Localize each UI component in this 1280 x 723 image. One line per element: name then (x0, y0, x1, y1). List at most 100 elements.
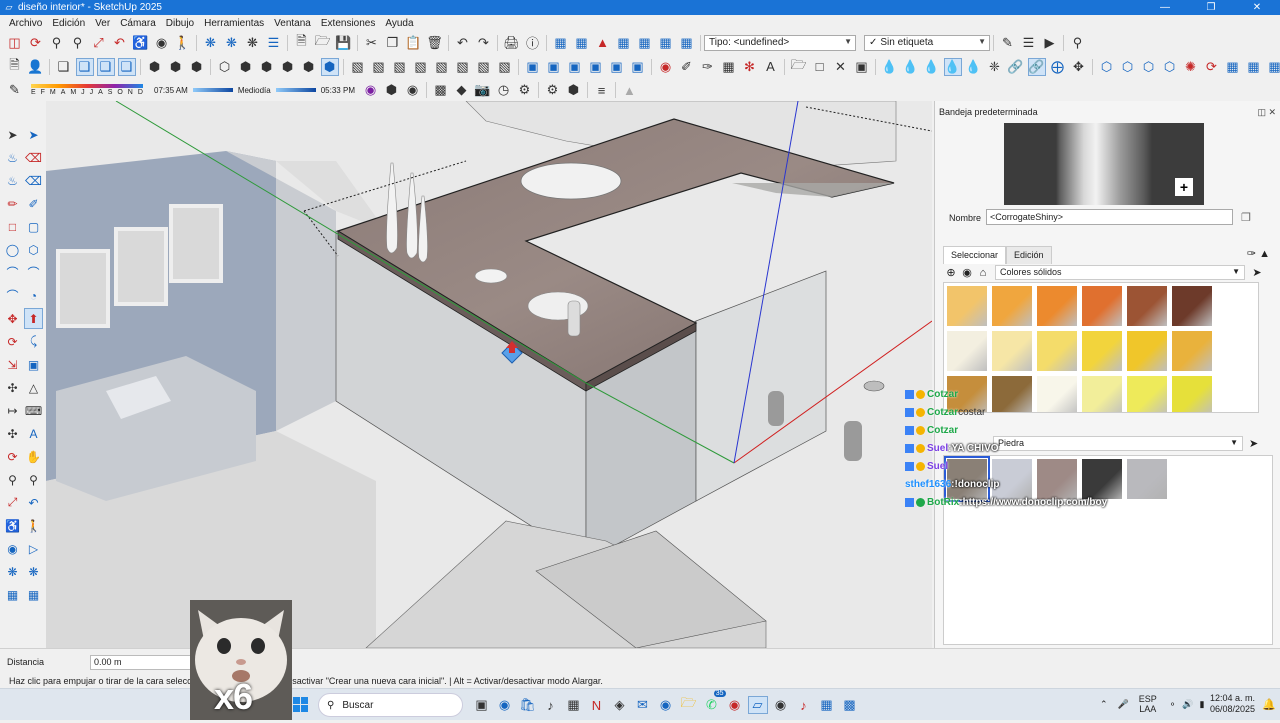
teams-icon[interactable]: ◉ (495, 696, 515, 714)
front-view-icon[interactable]: ⬢ (258, 58, 276, 76)
close-x-icon[interactable]: ✕ (832, 58, 850, 76)
follow-me-icon[interactable]: ⤹ (24, 331, 43, 352)
xray-icon[interactable]: ❑ (55, 58, 73, 76)
menu-ver[interactable]: Ver (90, 18, 115, 29)
eyedropper-icon[interactable]: ✑ ▲ (1247, 247, 1270, 260)
explode-icon[interactable]: ✺ (1182, 58, 1200, 76)
outer-shell-icon[interactable]: ❋ (202, 34, 220, 52)
drawing-viewport[interactable] (46, 101, 932, 648)
material-icon[interactable]: ◉ (403, 81, 421, 99)
shadow-date-slider[interactable]: EFMAMJJASOND (31, 84, 143, 96)
back-view-icon[interactable]: ⬢ (300, 58, 318, 76)
zoom-extents-icon[interactable]: ⤢ (90, 34, 108, 52)
solid-tools-icon[interactable]: ❋ (24, 561, 43, 582)
color-swatch[interactable] (1081, 330, 1123, 372)
drop-outline-icon[interactable]: 💧 (881, 58, 899, 76)
task-view-icon[interactable]: ▣ (472, 696, 492, 714)
sandbox-tool-icon[interactable]: ▦ (3, 584, 22, 605)
wireframe-icon[interactable]: ❑ (97, 58, 115, 76)
text-a-icon[interactable]: A (762, 58, 780, 76)
sandbox-scratch-icon[interactable]: ▦ (573, 34, 591, 52)
back-edges-icon[interactable]: ❑ (76, 58, 94, 76)
select-icon[interactable]: ➤ (3, 124, 22, 145)
building-icon-5[interactable]: ▧ (433, 58, 451, 76)
library-select-1[interactable]: Colores sólidos ▼ (995, 265, 1245, 280)
tray-window-buttons[interactable]: ◫ ✕ (1257, 107, 1276, 118)
close-button[interactable]: ✕ (1234, 2, 1280, 13)
pan-icon[interactable]: ◫ (6, 34, 24, 52)
offset-icon[interactable]: ▣ (24, 354, 43, 375)
color-swatch[interactable] (991, 330, 1033, 372)
intersect-icon[interactable]: ❋ (223, 34, 241, 52)
top-view-icon[interactable]: ⬢ (237, 58, 255, 76)
drop-active-icon[interactable]: 💧 (944, 58, 962, 76)
home-icon[interactable]: ⌂ (975, 267, 991, 279)
model-materials-icon[interactable]: ◉ (959, 266, 975, 279)
color-swatch[interactable] (946, 330, 988, 372)
app-icon-2[interactable]: ◈ (610, 696, 630, 714)
store-icon[interactable]: 🛍 (518, 696, 538, 714)
menu-archivo[interactable]: Archivo (4, 18, 47, 29)
color-swatch[interactable] (1036, 285, 1078, 327)
minimize-button[interactable]: — (1142, 2, 1188, 13)
hidden-line-icon[interactable]: ❑ (118, 58, 136, 76)
material-name-input[interactable]: <CorrogateShiny> (986, 209, 1233, 225)
building-icon-6[interactable]: ▧ (454, 58, 472, 76)
sketchup-taskbar-icon[interactable]: ▱ (748, 696, 768, 714)
3d-text-icon[interactable]: A (24, 423, 43, 444)
link-icon[interactable]: 🔗 (1007, 58, 1025, 76)
add-library-icon[interactable]: ⊕ (943, 266, 959, 279)
iso-view-icon[interactable]: ⬡ (216, 58, 234, 76)
building-icon-4[interactable]: ▧ (412, 58, 430, 76)
shaded-icon[interactable]: ⬢ (146, 58, 164, 76)
orbit-icon[interactable]: ⟳ (27, 34, 45, 52)
smoove-icon[interactable]: ▲ (594, 34, 612, 52)
walk-tool-icon[interactable]: 🚶 (24, 515, 43, 536)
push-pull-icon[interactable]: ⬆ (24, 308, 43, 329)
menu-dibujo[interactable]: Dibujo (161, 18, 199, 29)
layout-icon-5[interactable]: ▣ (608, 58, 626, 76)
paint-bucket-icon[interactable]: ♨ (3, 147, 22, 168)
edge-icon[interactable]: ◉ (656, 696, 676, 714)
chrome-icon[interactable]: ◉ (725, 696, 745, 714)
orbit-tool-icon[interactable]: ⟳ (3, 446, 22, 467)
building-icon-1[interactable]: ▧ (349, 58, 367, 76)
box-icon[interactable]: ▣ (853, 58, 871, 76)
wifi-icon[interactable]: ⚬ (1169, 699, 1177, 710)
time-gradient[interactable] (193, 88, 233, 92)
tab-edit[interactable]: Edición (1006, 246, 1052, 264)
car-icon[interactable]: ◆ (452, 81, 470, 99)
save-icon[interactable]: 💾 (335, 34, 353, 52)
drop-full-icon[interactable]: 💧 (923, 58, 941, 76)
zoom-tool-icon[interactable]: ⚲ (3, 469, 22, 490)
mesh-icon-3[interactable]: ▦ (1266, 58, 1280, 76)
cube-outline-icon[interactable]: ⬢ (564, 81, 582, 99)
folder-icon[interactable]: 🗁 (790, 58, 808, 76)
protractor-icon[interactable]: △ (24, 377, 43, 398)
arc-2pt-icon[interactable]: ⌒ (24, 262, 43, 283)
cycle-icon[interactable]: ⟳ (1203, 58, 1221, 76)
grid-icon[interactable]: ▦ (720, 58, 738, 76)
menu-lines-icon[interactable]: ≡ (592, 81, 610, 99)
tape-measure-icon[interactable]: ✣ (3, 377, 22, 398)
maximize-button[interactable]: ❐ (1188, 2, 1234, 13)
undo-icon[interactable]: ↶ (454, 34, 472, 52)
color-swatch[interactable] (1171, 330, 1213, 372)
circle-icon[interactable]: ◯ (3, 239, 22, 260)
volume-icon[interactable]: 🔊 (1182, 699, 1193, 710)
color-swatch[interactable] (1171, 375, 1213, 413)
stamp-icon[interactable]: ▦ (615, 34, 633, 52)
print-icon[interactable]: 🖨 (503, 34, 521, 52)
position-camera-icon[interactable]: ♿ (132, 34, 150, 52)
user-icon[interactable]: 👤 (27, 58, 45, 76)
magnet-icon[interactable]: ❈ (986, 58, 1004, 76)
windows-start-icon[interactable] (293, 697, 309, 713)
pan-tool-icon[interactable]: ✋ (24, 446, 43, 467)
move-icon[interactable]: ✥ (3, 308, 22, 329)
right-view-icon[interactable]: ⬢ (279, 58, 297, 76)
building-icon-2[interactable]: ▧ (370, 58, 388, 76)
pie-icon[interactable]: ◔ (24, 285, 43, 306)
zoom-window-tool-icon[interactable]: ⚲ (24, 469, 43, 490)
component-icon[interactable]: ⬢ (382, 81, 400, 99)
position-camera-tool-icon[interactable]: ♿ (3, 515, 22, 536)
